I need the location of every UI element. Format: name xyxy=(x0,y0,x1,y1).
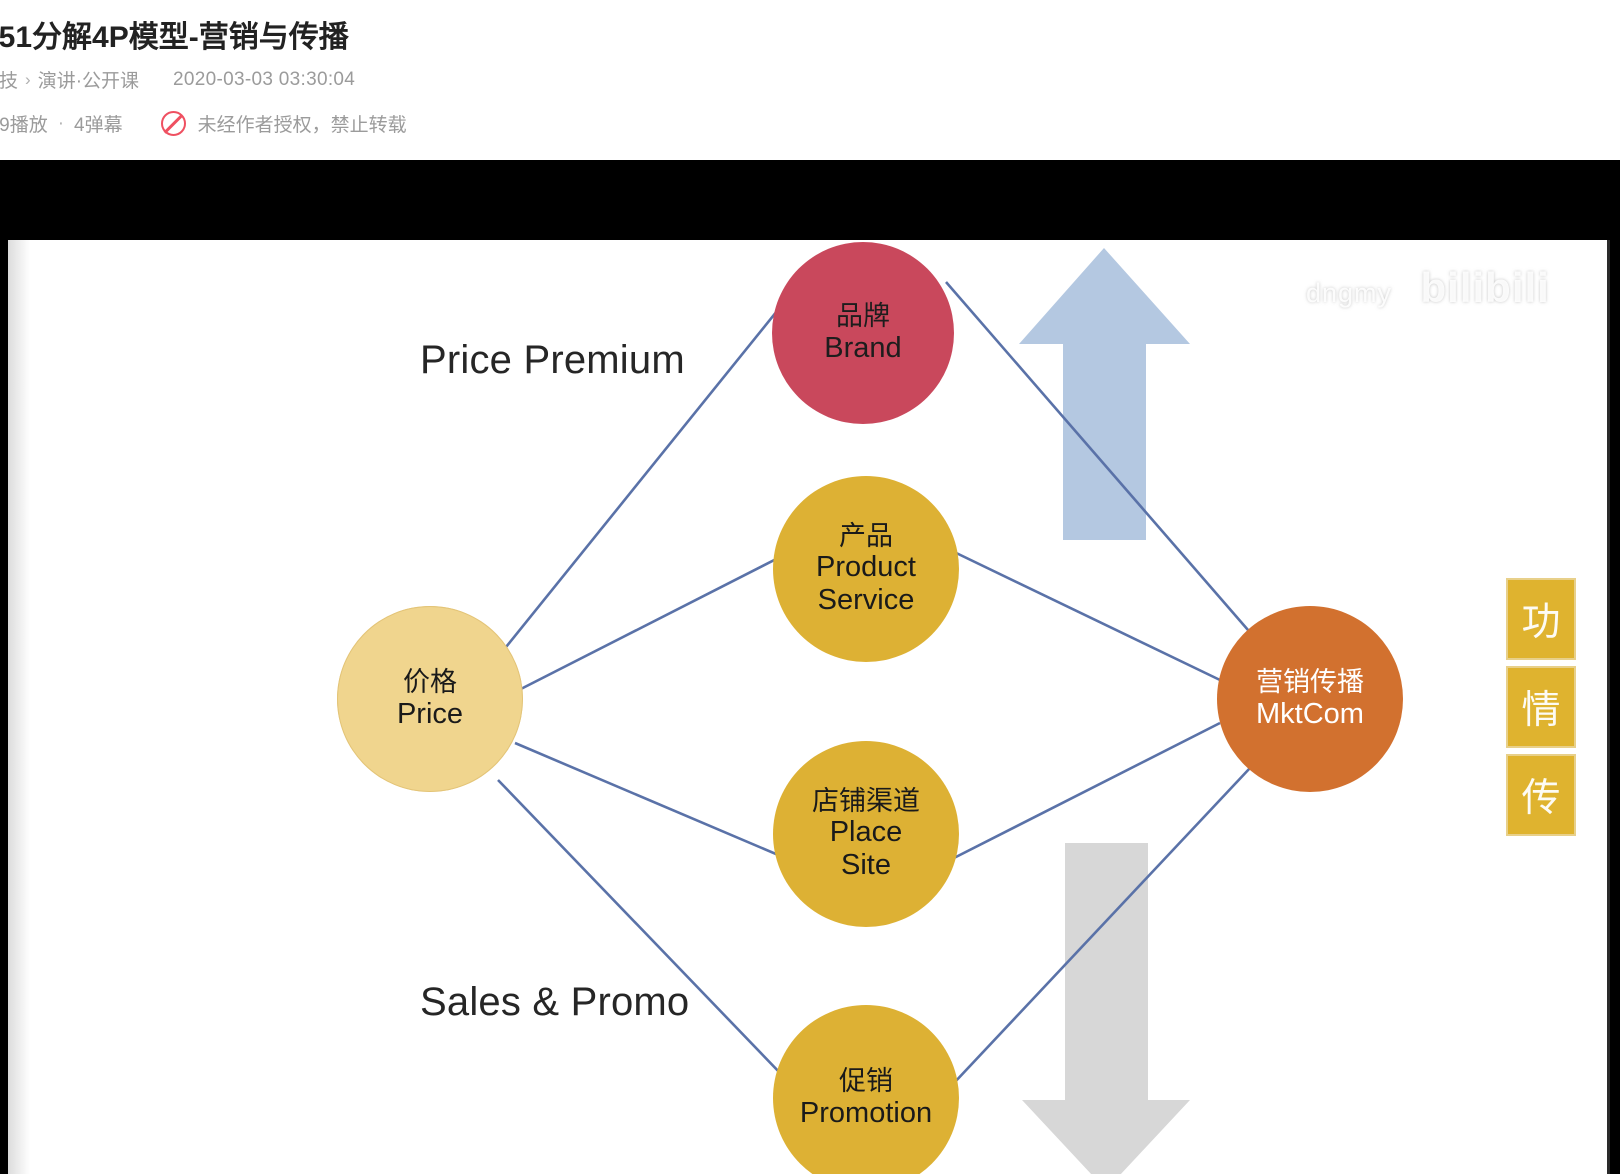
copyright-notice-text: 未经作者授权，禁止转载 xyxy=(197,115,407,136)
video-meta-row-stats: 129播放 · 4弹幕 未经作者授权，禁止转载 xyxy=(0,110,407,137)
node-price-label-cn: 价格 xyxy=(403,667,457,698)
node-price-label-en: Price xyxy=(396,697,464,730)
node-product-label-en2: Service xyxy=(817,584,915,617)
page-title: 051分解4P模型-营销与传播 xyxy=(0,21,349,54)
node-price[interactable]: 价格 Price xyxy=(337,606,523,792)
node-product-label-en: Product xyxy=(816,551,916,584)
node-product[interactable]: 产品 Product Service xyxy=(773,476,959,662)
node-mktcom-label-en: MktCom xyxy=(1256,697,1364,730)
node-brand-label-cn: 品牌 xyxy=(836,301,890,332)
video-meta-row-category: 科技 › 演讲·公开课 2020-03-03 03:30:04 xyxy=(0,66,355,93)
edge-price-place xyxy=(514,741,791,862)
label-sales-promo: Sales & Promo xyxy=(420,980,690,1024)
edge-place-mktcom xyxy=(949,721,1221,862)
tag-box-spread: 传 xyxy=(1506,754,1576,836)
breadcrumb-category-secondary[interactable]: 演讲·公开课 xyxy=(38,66,139,93)
video-info-panel: 051分解4P模型-营销与传播 科技 › 演讲·公开课 2020-03-03 0… xyxy=(0,0,1620,160)
tag-box-function: 功 xyxy=(1506,578,1576,660)
node-place-label-en: Place xyxy=(829,816,903,849)
copyright-notice-group: 未经作者授权，禁止转载 xyxy=(160,110,407,137)
tag-box-function-label: 功 xyxy=(1521,601,1561,644)
node-brand[interactable]: 品牌 Brand xyxy=(772,242,954,424)
node-product-label-cn: 产品 xyxy=(839,520,893,551)
edge-product-mktcom xyxy=(949,548,1221,682)
tag-box-emotion-label: 情 xyxy=(1521,689,1561,732)
tag-box-emotion: 情 xyxy=(1506,666,1576,748)
video-player-stage[interactable]: Price Premium Sales & Promo 品牌 Brand 产品 … xyxy=(0,160,1620,1174)
page-root: 051分解4P模型-营销与传播 科技 › 演讲·公开课 2020-03-03 0… xyxy=(0,0,1620,1174)
slide-canvas: Price Premium Sales & Promo 品牌 Brand 产品 … xyxy=(8,240,1610,1174)
danmaku-count: 4弹幕 xyxy=(74,115,123,136)
publish-date: 2020-03-03 03:30:04 xyxy=(173,68,356,90)
edge-price-promotion xyxy=(497,779,809,1103)
node-place-label-en2: Site xyxy=(841,849,891,882)
node-brand-label-en: Brand xyxy=(824,331,902,364)
node-mktcom[interactable]: 营销传播 MktCom xyxy=(1217,606,1403,792)
no-reprint-icon xyxy=(160,111,186,136)
node-place[interactable]: 店铺渠道 Place Site xyxy=(773,741,959,927)
node-promotion-label-cn: 促销 xyxy=(839,1066,893,1097)
breadcrumb-category-primary[interactable]: 科技 xyxy=(0,66,18,93)
down-arrow-shape xyxy=(1022,843,1190,1174)
node-place-label-cn: 店铺渠道 xyxy=(812,785,920,816)
meta-dot-separator: · xyxy=(57,112,65,134)
node-promotion-label-en: Promotion xyxy=(799,1096,933,1129)
label-price-premium: Price Premium xyxy=(420,338,685,382)
edge-price-product xyxy=(512,550,791,695)
tag-box-spread-label: 传 xyxy=(1521,777,1561,820)
node-mktcom-label-cn: 营销传播 xyxy=(1256,667,1364,698)
view-count: 129播放 xyxy=(0,115,48,136)
breadcrumb-separator-icon: › xyxy=(25,69,31,89)
